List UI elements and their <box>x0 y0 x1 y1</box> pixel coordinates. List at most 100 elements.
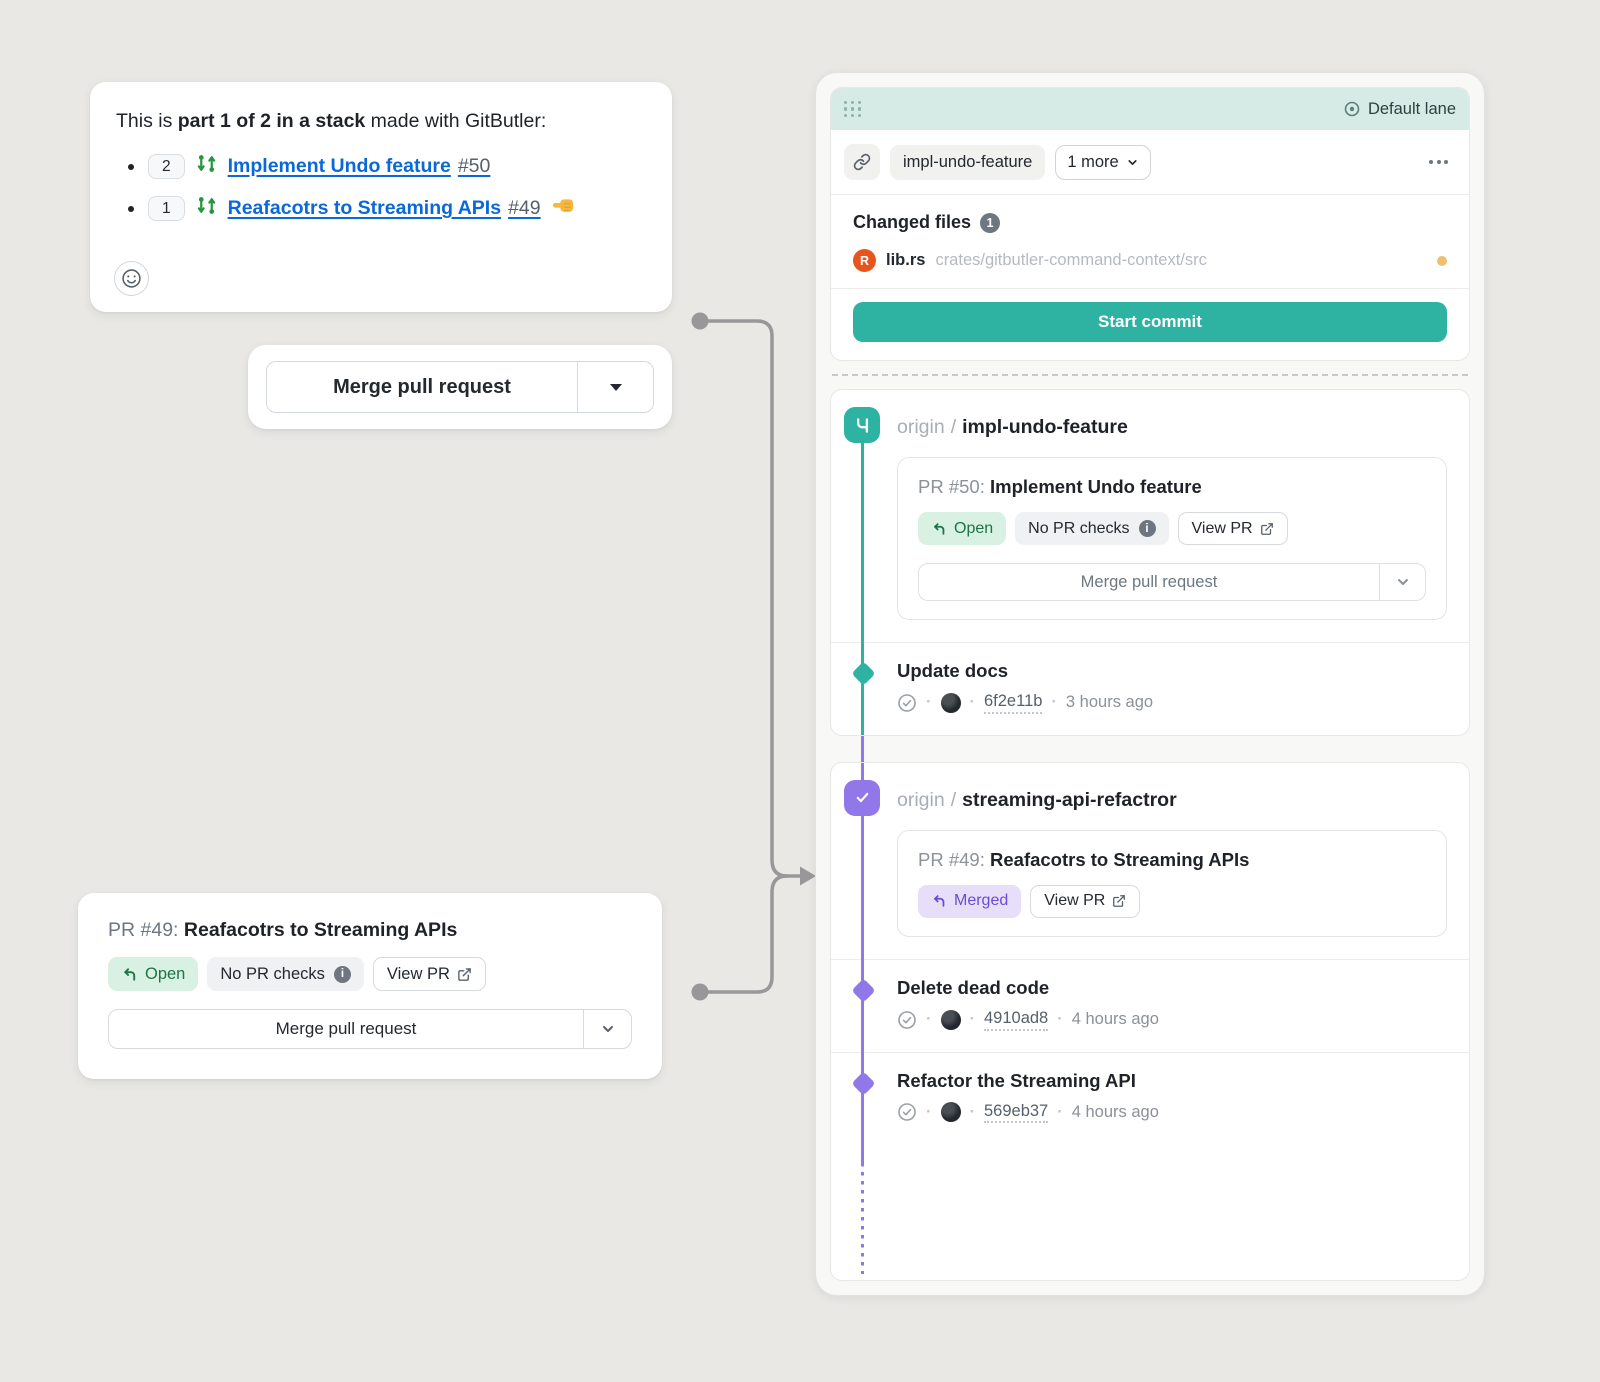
lane-menu-button[interactable] <box>1421 152 1456 172</box>
view-pr-button[interactable]: View PR <box>1030 885 1140 918</box>
connector-dot-bottom <box>692 984 709 1001</box>
merge-options-dropdown-button[interactable] <box>1379 564 1425 600</box>
merge-pull-request-button[interactable]: Merge pull request <box>267 362 577 412</box>
bullet-icon <box>128 164 134 170</box>
changed-files-count-badge: 1 <box>980 213 1000 233</box>
stack-position-badge: 1 <box>148 196 185 222</box>
branch-row: impl-undo-feature 1 more <box>831 130 1469 194</box>
timeline-line <box>861 763 864 1163</box>
modified-indicator-dot <box>1437 256 1447 266</box>
start-commit-button[interactable]: Start commit <box>853 302 1447 342</box>
pr-50-link[interactable]: Implement Undo feature#50 <box>228 155 491 178</box>
commit-time: 4 hours ago <box>1072 1010 1159 1029</box>
info-icon <box>1139 520 1156 537</box>
commit-hash-link[interactable]: 4910ad8 <box>984 1009 1048 1031</box>
add-reaction-button[interactable] <box>114 261 149 296</box>
external-link-icon <box>1112 894 1126 908</box>
stack-item-pr49: 1 Reafacotrs to Streaming APIs#49 <box>128 194 646 223</box>
chevron-down-icon <box>1395 574 1411 590</box>
dot-separator <box>926 693 932 712</box>
dot-separator <box>970 693 976 712</box>
connector-arrowhead <box>800 867 816 886</box>
dot-separator <box>970 1010 976 1029</box>
dashed-separator <box>832 374 1468 376</box>
author-avatar <box>941 693 961 713</box>
timeline-gap <box>830 736 1470 762</box>
lane-title: Default lane <box>1368 100 1456 119</box>
commit-row-delete-dead-code[interactable]: Delete dead code 4910ad8 4 hours ago <box>831 960 1469 1052</box>
check-circle-icon <box>897 1102 917 1122</box>
pr-status-open-badge: Open <box>108 957 198 991</box>
commit-hash-link[interactable]: 569eb37 <box>984 1102 1048 1124</box>
commit-time: 3 hours ago <box>1066 693 1153 712</box>
dot-separator <box>926 1103 932 1122</box>
commit-diamond-icon <box>851 1071 875 1095</box>
view-pr-button[interactable]: View PR <box>373 957 486 991</box>
dot-separator <box>1057 1103 1063 1122</box>
caret-down-icon <box>610 384 622 397</box>
arrow-turn-up-left-icon <box>931 893 947 909</box>
pr-checks-badge: No PR checks <box>1015 512 1168 545</box>
check-circle-icon <box>897 693 917 713</box>
timeline-line <box>861 410 864 735</box>
dot-separator <box>1051 693 1057 712</box>
stack-position-badge: 2 <box>148 154 185 180</box>
lane-header: Default lane <box>831 88 1469 130</box>
branch-section-impl-undo-feature: origin/impl-undo-feature PR #50: Impleme… <box>830 389 1470 736</box>
chevron-down-icon <box>1126 156 1139 169</box>
pr-stack-icon <box>196 153 217 180</box>
branch-header: origin/streaming-api-refactror <box>897 789 1447 812</box>
info-icon <box>334 966 351 983</box>
author-avatar <box>941 1010 961 1030</box>
commit-diamond-icon <box>851 978 875 1002</box>
branch-name-chip[interactable]: impl-undo-feature <box>890 145 1045 180</box>
pointing-left-icon <box>552 194 575 223</box>
link-branch-button[interactable] <box>844 144 880 180</box>
stack-comment-intro: This is part 1 of 2 in a stack made with… <box>116 110 646 133</box>
dot-separator <box>926 1010 932 1029</box>
bullet-icon <box>128 206 134 212</box>
gitbutler-workspace: This is part 1 of 2 in a stack made with… <box>0 0 1600 1382</box>
timeline-line <box>861 736 864 762</box>
lane-card: Default lane impl-undo-feature 1 more Ch… <box>830 87 1470 361</box>
changed-files-header: Changed files 1 <box>831 195 1469 237</box>
branch-integrated-badge-icon <box>844 780 880 816</box>
branch-badge-icon <box>844 407 880 443</box>
rust-file-icon <box>853 249 876 272</box>
commit-row-refactor-streaming-api[interactable]: Refactor the Streaming API 569eb37 4 hou… <box>831 1053 1469 1145</box>
commit-diamond-icon <box>851 661 875 685</box>
branch-section-streaming-api-refactror: origin/streaming-api-refactror PR #49: R… <box>830 762 1470 1281</box>
drag-handle-icon[interactable] <box>844 101 861 118</box>
more-branches-button[interactable]: 1 more <box>1055 145 1150 180</box>
commit-hash-link[interactable]: 6f2e11b <box>984 692 1042 714</box>
stack-comment-card: This is part 1 of 2 in a stack made with… <box>90 82 672 312</box>
merge-options-dropdown-button[interactable] <box>583 1010 631 1048</box>
dot-separator <box>970 1103 976 1122</box>
merge-pull-request-button[interactable]: Merge pull request <box>109 1010 583 1048</box>
merge-pull-request-button[interactable]: Merge pull request <box>919 564 1379 600</box>
timeline-line-dotted <box>861 1163 864 1274</box>
changed-file-row[interactable]: lib.rs crates/gitbutler-command-context/… <box>831 237 1469 288</box>
arrow-turn-up-left-icon <box>931 521 947 537</box>
pr-title: PR #49: Reafacotrs to Streaming APIs <box>108 919 632 942</box>
arrow-turn-up-left-icon <box>121 966 138 983</box>
stack-pr-list: 2 Implement Undo feature#50 1 <box>128 153 646 223</box>
merge-split-button: Merge pull request <box>108 1009 632 1049</box>
dot-separator <box>1057 1010 1063 1029</box>
stack-item-pr50: 2 Implement Undo feature#50 <box>128 153 646 180</box>
pr-status-open-badge: Open <box>918 512 1006 545</box>
pr-checks-badge: No PR checks <box>207 957 364 991</box>
connector-dot-top <box>692 313 709 330</box>
view-pr-button[interactable]: View PR <box>1178 512 1288 545</box>
pr-49-card: PR #49: Reafacotrs to Streaming APIs Mer… <box>897 830 1447 937</box>
pr-49-link[interactable]: Reafacotrs to Streaming APIs#49 <box>228 197 541 220</box>
author-avatar <box>941 1102 961 1122</box>
commit-row-update-docs[interactable]: Update docs 6f2e11b 3 hours ago <box>831 643 1469 735</box>
default-lane-panel: Default lane impl-undo-feature 1 more Ch… <box>815 72 1485 1296</box>
pr-50-card: PR #50: Implement Undo feature Open No P… <box>897 457 1447 620</box>
merge-split-button: Merge pull request <box>266 361 654 413</box>
link-icon <box>853 153 871 171</box>
merge-options-dropdown-button[interactable] <box>577 362 653 412</box>
check-circle-icon <box>897 1010 917 1030</box>
commit-time: 4 hours ago <box>1072 1103 1159 1122</box>
